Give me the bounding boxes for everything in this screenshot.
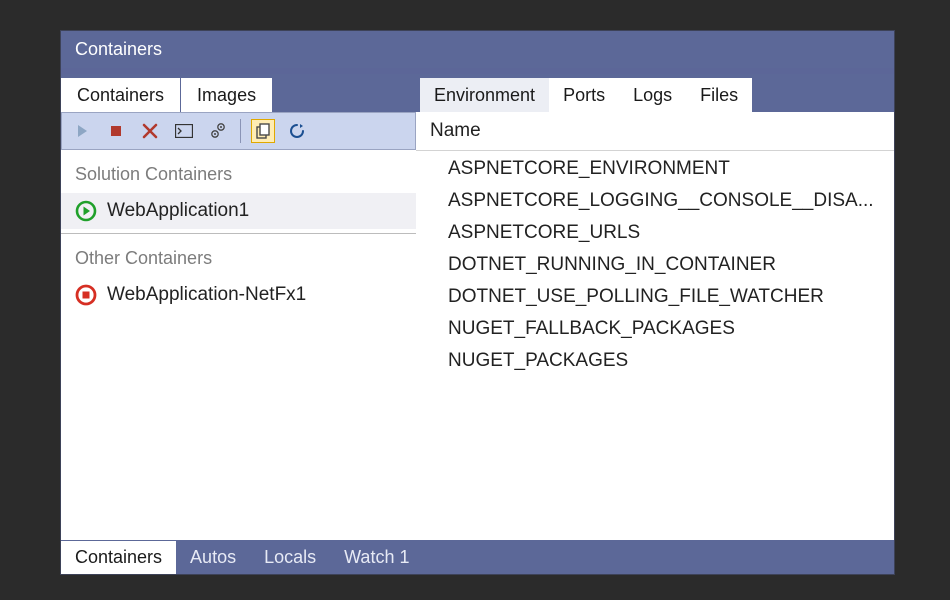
bottom-tab-autos[interactable]: Autos [176, 541, 250, 574]
details-tabs: Environment Ports Logs Files [416, 74, 894, 112]
stop-circle-icon [75, 284, 97, 306]
bottom-tab-containers[interactable]: Containers [61, 541, 176, 574]
container-item-webapplication1[interactable]: WebApplication1 [61, 193, 416, 229]
env-var-row[interactable]: NUGET_PACKAGES [416, 345, 894, 377]
tab-ports[interactable]: Ports [549, 78, 619, 112]
tab-containers[interactable]: Containers [61, 78, 180, 112]
solution-containers-header: Solution Containers [61, 150, 416, 193]
stop-icon [109, 124, 123, 138]
terminal-button[interactable] [172, 119, 196, 143]
container-item-label: WebApplication-NetFx1 [107, 284, 306, 306]
gear-icon [209, 122, 227, 140]
env-var-row[interactable]: ASPNETCORE_ENVIRONMENT [416, 153, 894, 185]
env-var-row[interactable]: NUGET_FALLBACK_PACKAGES [416, 313, 894, 345]
env-column-header-name[interactable]: Name [416, 112, 894, 151]
copy-icon [254, 122, 272, 140]
env-var-row[interactable]: ASPNETCORE_LOGGING__CONSOLE__DISA... [416, 185, 894, 217]
env-list: ASPNETCORE_ENVIRONMENT ASPNETCORE_LOGGIN… [416, 151, 894, 377]
terminal-icon [175, 124, 193, 138]
refresh-button[interactable] [285, 119, 309, 143]
tab-logs[interactable]: Logs [619, 78, 686, 112]
bottom-tab-watch1[interactable]: Watch 1 [330, 541, 423, 574]
env-var-row[interactable]: DOTNET_USE_POLLING_FILE_WATCHER [416, 281, 894, 313]
other-containers-header: Other Containers [61, 234, 416, 277]
play-circle-icon [75, 200, 97, 222]
containers-list-pane: Containers Images [61, 74, 416, 540]
containers-toolbar [61, 112, 416, 150]
tab-images[interactable]: Images [181, 78, 272, 112]
settings-button[interactable] [206, 119, 230, 143]
container-item-label: WebApplication1 [107, 200, 249, 222]
tab-environment[interactable]: Environment [420, 78, 549, 112]
play-icon [75, 124, 89, 138]
start-button[interactable] [70, 119, 94, 143]
toolbar-divider [240, 119, 241, 143]
bottom-tool-tabs: Containers Autos Locals Watch 1 [61, 540, 894, 574]
close-icon [142, 123, 158, 139]
left-tabs: Containers Images [61, 74, 416, 112]
remove-button[interactable] [138, 119, 162, 143]
bottom-tab-locals[interactable]: Locals [250, 541, 330, 574]
containers-panel: Containers Containers Images [60, 30, 895, 575]
copy-button[interactable] [251, 119, 275, 143]
tab-files[interactable]: Files [686, 78, 752, 112]
panel-body: Containers Images [61, 74, 894, 540]
env-var-row[interactable]: DOTNET_RUNNING_IN_CONTAINER [416, 249, 894, 281]
details-pane: Environment Ports Logs Files Name ASPNET… [416, 74, 894, 540]
env-var-row[interactable]: ASPNETCORE_URLS [416, 217, 894, 249]
stop-button[interactable] [104, 119, 128, 143]
container-item-webapplication-netfx1[interactable]: WebApplication-NetFx1 [61, 277, 416, 313]
refresh-icon [288, 122, 306, 140]
panel-title: Containers [61, 31, 894, 68]
